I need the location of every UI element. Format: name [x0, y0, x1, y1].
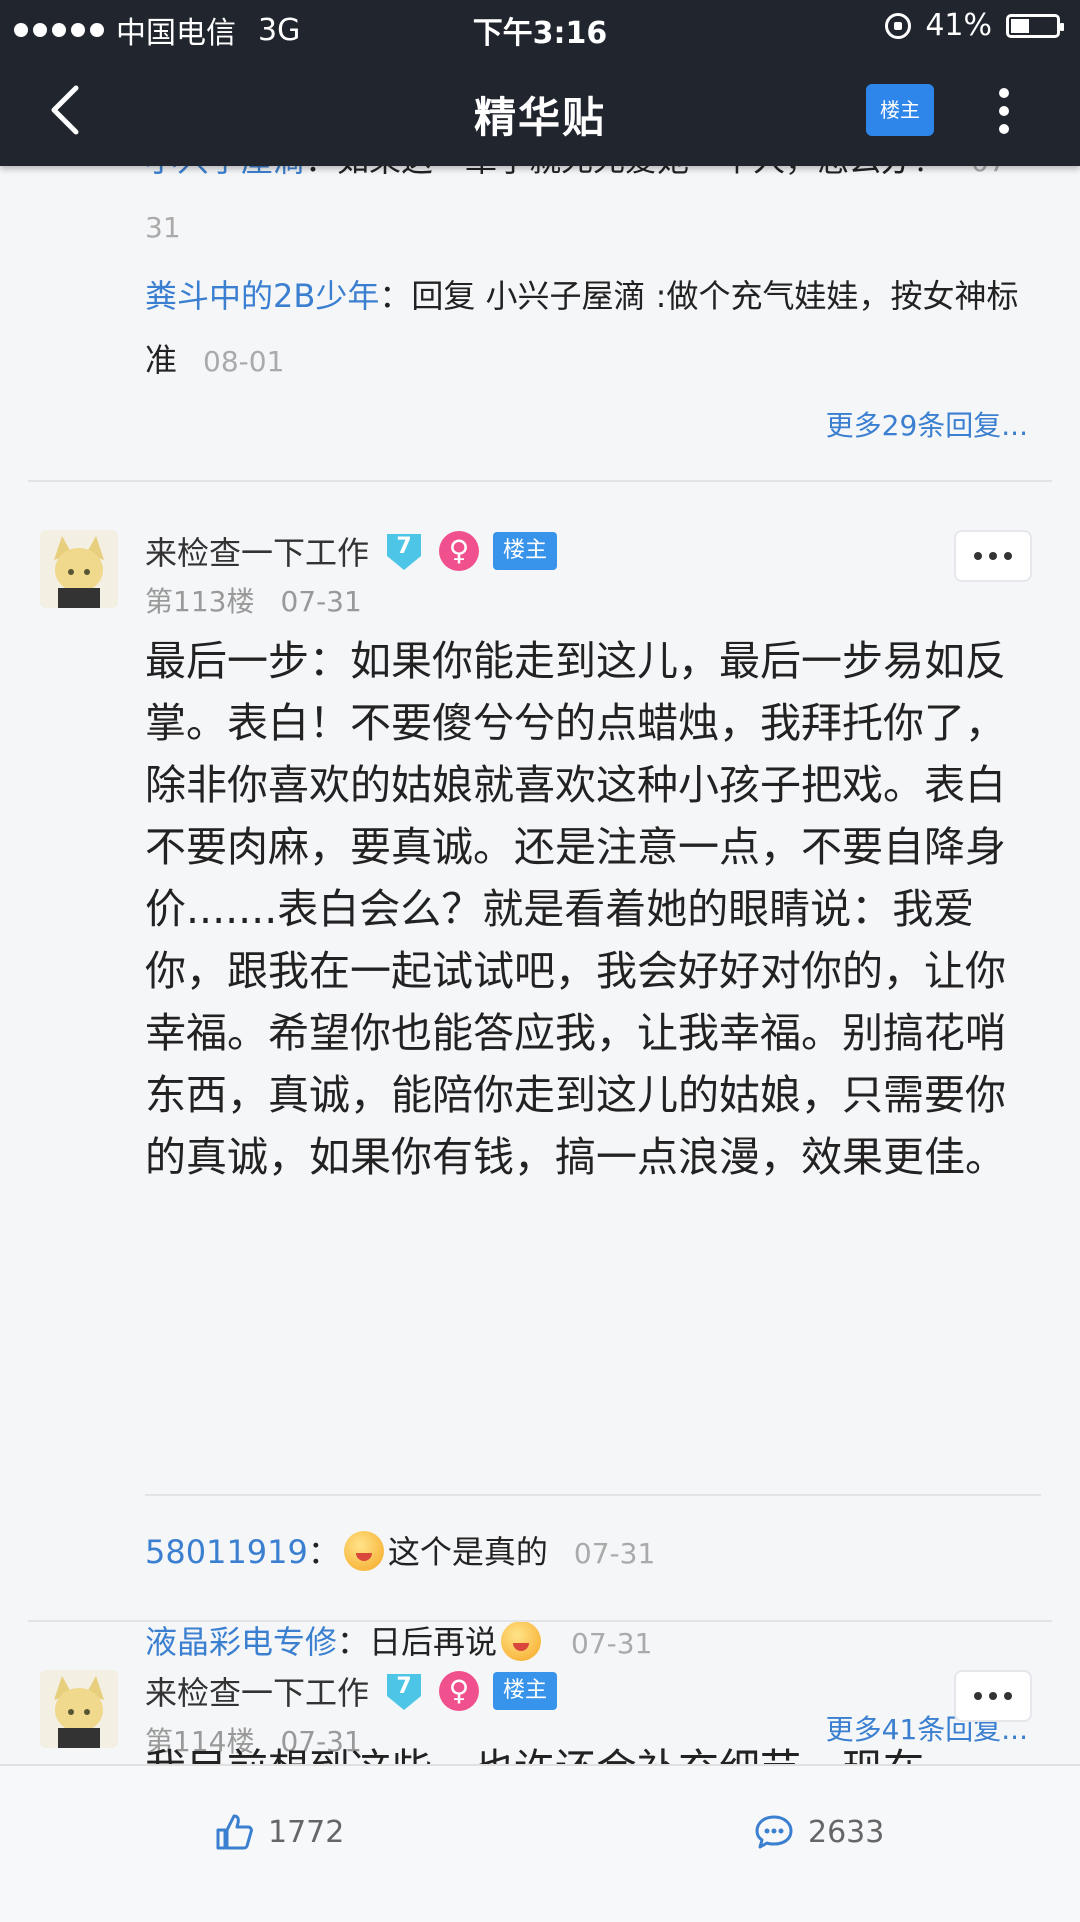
avatar[interactable] [40, 1670, 118, 1748]
avatar-image [40, 530, 118, 608]
reply-list: 58011919： 这个是真的 07-31 液晶彩电专修：日后再说 07-31 [145, 1520, 1045, 1676]
post-more-button[interactable] [954, 1670, 1032, 1722]
like-count: 1772 [268, 1814, 345, 1850]
reply-separator: ： [307, 1533, 340, 1571]
bottom-bar: 1772 2633 [0, 1764, 1080, 1922]
reply-date: 07-31 [571, 1627, 653, 1660]
comment-button[interactable]: 2633 [754, 1812, 884, 1852]
only-op-button[interactable]: 楼主 [866, 84, 934, 136]
post-meta: 第113楼 07-31 [145, 580, 362, 620]
more-replies-link[interactable]: 更多29条回复... [826, 404, 1028, 444]
level-number: 7 [396, 1674, 412, 1699]
post-body: 最后一步：如果你能走到这儿，最后一步易如反掌。表白！不要傻兮兮的点蜡烛，我拜托你… [145, 637, 1006, 1181]
post-author-row: 来检查一下工作 7 ♀ 楼主 [145, 528, 558, 574]
reply-user[interactable]: 液晶彩电专修 [145, 1623, 337, 1661]
reply-list: 小兴子屋滴：如果这一辈子就死死爱她一个人，怎么办？07-31 粪斗中的2B少年：… [145, 166, 1045, 394]
reply-text: 这个是真的 [387, 1533, 548, 1571]
divider [145, 1494, 1041, 1496]
battery-percent: 41% [925, 8, 992, 43]
reply-text: ：如果这一辈子就死死爱她一个人，怎么办？ [305, 166, 945, 179]
post-body: 我目前想到这些，也许还会补充细节，现在 [145, 1738, 1045, 1764]
post-more-button[interactable] [954, 530, 1032, 582]
reply-user[interactable]: 58011919 [145, 1533, 308, 1571]
thread-content[interactable]: 小兴子屋滴：如果这一辈子就死死爱她一个人，怎么办？07-31 粪斗中的2B少年：… [0, 166, 1080, 1764]
reply-separator: ： [337, 1623, 370, 1661]
op-badge: 楼主 [493, 532, 558, 570]
status-bar: 中国电信 3G 下午3:16 41% [0, 0, 1080, 58]
divider [28, 480, 1052, 482]
post-date: 07-31 [280, 585, 362, 618]
grin-emoji-icon [501, 1621, 542, 1661]
reply-date: 07-31 [573, 1537, 656, 1570]
more-vertical-icon[interactable] [994, 82, 1014, 142]
comment-icon [755, 1815, 793, 1849]
female-icon: ♀ [439, 1671, 480, 1711]
reply-user[interactable]: 小兴子屋滴 [145, 166, 305, 179]
female-icon: ♀ [439, 531, 480, 571]
tongue-emoji-icon [343, 1531, 384, 1571]
reply-user[interactable]: 粪斗中的2B少年 [145, 277, 379, 315]
avatar[interactable] [40, 530, 118, 608]
battery-icon [1006, 13, 1064, 38]
post-username[interactable]: 来检查一下工作 [145, 1668, 369, 1714]
rotation-lock-icon [885, 12, 912, 39]
divider [28, 1620, 1052, 1622]
thumbs-up-icon [216, 1814, 253, 1850]
level-number: 7 [396, 534, 412, 559]
avatar-image [40, 1670, 118, 1748]
reply-item[interactable]: 小兴子屋滴：如果这一辈子就死死爱她一个人，怎么办？07-31 [145, 166, 1045, 260]
reply-item[interactable]: 粪斗中的2B少年：回复 小兴子屋滴 :做个充气娃娃，按女神标准 08-01 [145, 264, 1045, 394]
reply-date: 08-01 [203, 345, 285, 378]
post-username[interactable]: 来检查一下工作 [145, 528, 369, 574]
reply-item[interactable]: 58011919： 这个是真的 07-31 [145, 1520, 1045, 1586]
comment-count: 2633 [808, 1814, 885, 1850]
reply-text: 日后再说 [369, 1623, 498, 1661]
level-badge-icon: 7 [383, 1670, 425, 1712]
like-button[interactable]: 1772 [214, 1812, 344, 1852]
nav-bar: 精华贴 楼主 [0, 58, 1080, 166]
top-bar: 中国电信 3G 下午3:16 41% 精华贴 楼主 [0, 0, 1080, 166]
floor-number: 第113楼 [145, 585, 255, 618]
op-badge: 楼主 [493, 1672, 558, 1710]
post-author-row: 来检查一下工作 7 ♀ 楼主 [145, 1668, 558, 1714]
level-badge-icon: 7 [383, 530, 425, 572]
